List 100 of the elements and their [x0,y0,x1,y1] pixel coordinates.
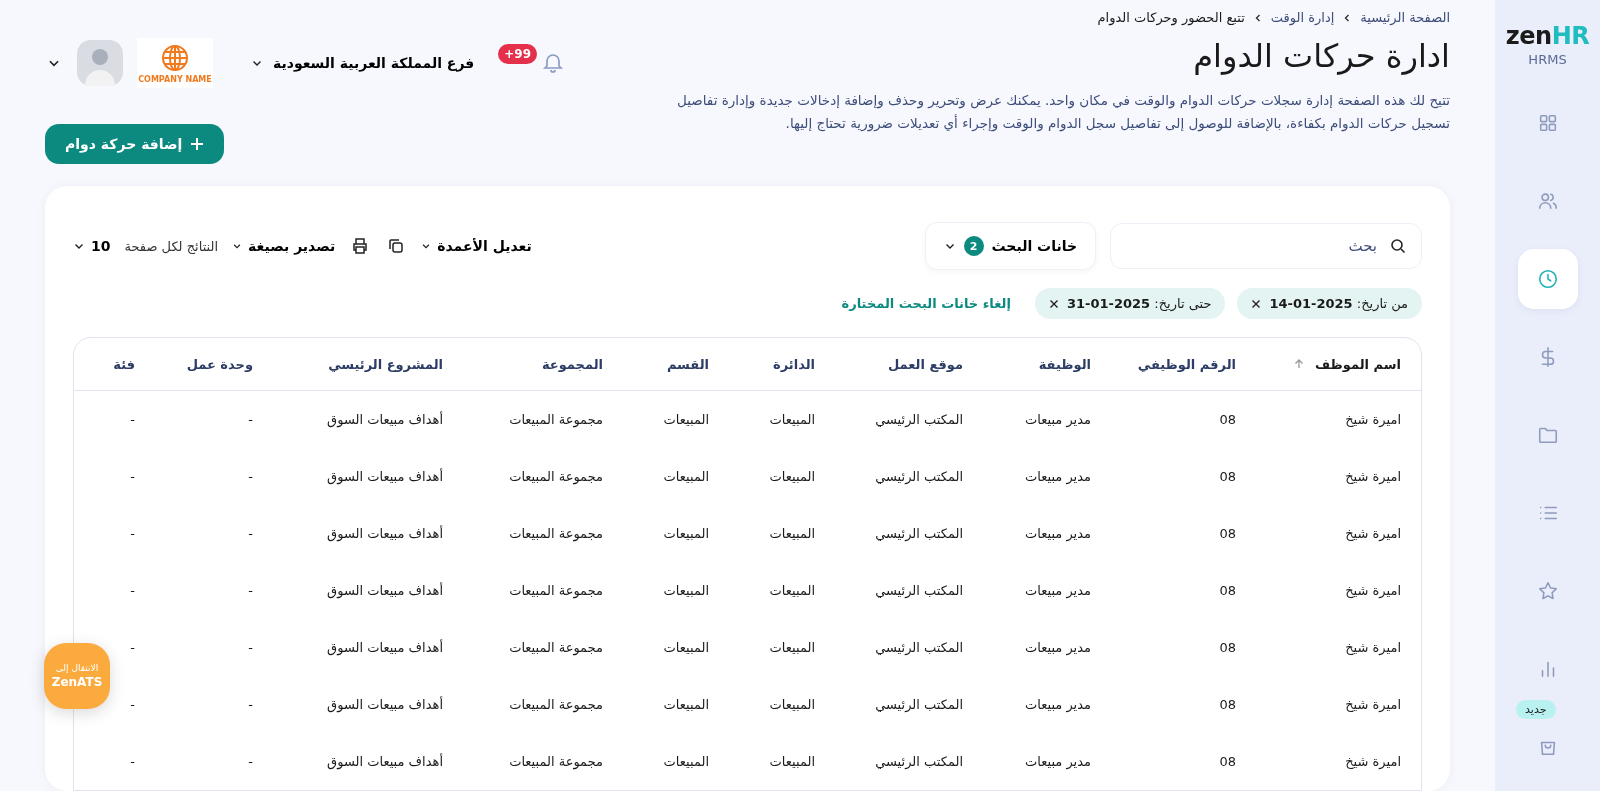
breadcrumb-link[interactable]: تتبع الحضور وحركات الدوام [1097,10,1245,25]
column-header[interactable]: الرقم الوظيفي [1111,356,1256,372]
table-cell-text: مدير مبيعات [1024,640,1092,655]
users-icon [1536,190,1559,212]
table-cell-text: اميرة شيخ [1344,754,1402,769]
search-field[interactable]: بحث [1110,223,1422,269]
new-badge: جديد [1516,700,1556,719]
table-cell-text: المبيعات [768,697,816,712]
column-header[interactable]: القسم [623,356,729,372]
table-cell-text: مدير مبيعات [1024,469,1092,484]
close-icon [1251,298,1262,309]
column-header[interactable]: موقع العمل [835,356,983,372]
table-cell-text: - [129,469,136,484]
clear-filters-link[interactable]: إلغاء خانات البحث المختارة [841,296,1011,311]
table-cell-text: المبيعات [662,526,710,541]
caret-icon [421,241,432,251]
table-cell-text: المكتب الرئيسي [874,754,964,769]
table-cell-text: 08 [1218,583,1237,598]
table-cell-text: المبيعات [768,640,816,655]
table-cell-text: المبيعات [768,469,816,484]
table-cell-text: - [247,526,254,541]
table-cell-text: - [247,412,254,427]
printer-icon [351,237,370,255]
add-button[interactable]: إضافة حركة دوام [45,124,225,164]
table-cell-text: 08 [1218,697,1237,712]
table-cell-text: مجموعة المبيعات [508,412,604,427]
table-cell-text: أهداف مبيعات السوق [326,526,444,541]
notification-count: +99 [498,44,538,64]
branch-dropdown[interactable]: فرع المملكة العربية السعودية [245,54,481,72]
table-cell-text: مجموعة المبيعات [508,754,604,769]
table-cell-text: أهداف مبيعات السوق [326,469,444,484]
table-cell-text: 08 [1218,412,1237,427]
table-cell-text: المبيعات [662,469,710,484]
table-cell-text: المبيعات [768,754,816,769]
table-cell-text: 08 [1218,469,1237,484]
export-dropdown[interactable]: تصدير بصيغة [232,238,336,254]
column-header[interactable]: وحدة عمل [155,356,273,372]
page-description: تتيح لك هذه الصفحة إدارة سجلات حركات الدوام والوقت في مكان واحد. يمكنك عرض وتحرير وحذف وإضافة إدخالات جديدة وإدارة تفاصيل تسجيل حركات الدوام بكفاءة، بالإضافة للوصول إلى تفاصيل سجل الدوام والوقت وإجراء أي تعديلات ضرورية تحتاج إليها. [675,91,1450,134]
sidebar-item[interactable] [1517,249,1578,309]
column-header[interactable]: فئة [74,356,155,372]
avatar [77,40,123,86]
per-page-dropdown[interactable]: 10 [73,238,111,254]
table-cell-text: المكتب الرئيسي [874,469,964,484]
count-badge: 2 [963,236,984,256]
table-cell-text: أهداف مبيعات السوق [326,697,444,712]
column-header[interactable]: الوظيفة [983,356,1111,372]
table-cell-text: اميرة شيخ [1344,526,1402,541]
table-cell-text: المبيعات [662,697,710,712]
table-cell-text: - [247,583,254,598]
table-cell-text: مدير مبيعات [1024,697,1092,712]
company-logo: COMPANY NAME [137,38,213,88]
table-cell-text: مجموعة المبيعات [508,697,604,712]
table-cell-text: مدير مبيعات [1024,526,1092,541]
breadcrumb-link[interactable]: الصفحة الرئيسية [1360,10,1450,25]
table-cell-text: اميرة شيخ [1344,640,1402,655]
per-page-label: النتائج لكل صفحة [124,238,219,254]
table-cell-text: مجموعة المبيعات [508,640,604,655]
table-cell-text: 08 [1218,526,1237,541]
table-cell-text: مجموعة المبيعات [508,526,604,541]
edit-columns-dropdown[interactable]: تعديل الأعمدة [421,238,532,254]
table-cell-text: اميرة شيخ [1344,583,1402,598]
app-logo: zenHR [1505,22,1590,50]
table-cell-text: 08 [1218,754,1237,769]
table-cell-text: أهداف مبيعات السوق [326,640,444,655]
star-icon [1536,580,1559,602]
table-cell-text: مجموعة المبيعات [508,583,604,598]
plus-icon [190,137,205,151]
table-cell-text: مدير مبيعات [1024,412,1092,427]
table-cell-text: المكتب الرئيسي [874,640,964,655]
table-cell-text: مجموعة المبيعات [508,469,604,484]
app-subtitle: HRMS [1528,52,1567,67]
column-header[interactable]: المشروع الرئيسي [273,356,463,372]
caret-icon [232,241,243,251]
column-header[interactable]: الدائرة [729,356,835,372]
breadcrumb-link[interactable]: إدارة الوقت [1270,10,1335,25]
column-header[interactable]: اسم الموظف [1256,356,1421,372]
table-cell-text: - [129,640,136,655]
table-cell-text: المبيعات [662,583,710,598]
table-cell-text: - [247,469,254,484]
table-cell-text: أهداف مبيعات السوق [326,754,444,769]
table-cell-text: أهداف مبيعات السوق [326,583,444,598]
table-cell-text: - [129,697,136,712]
table-cell-text: - [129,754,136,769]
table-cell-text: - [247,754,254,769]
column-header[interactable]: المجموعة [463,356,623,372]
table-cell-text: اميرة شيخ [1344,469,1402,484]
table-cell-text: المبيعات [768,412,816,427]
table-cell-text: مدير مبيعات [1024,754,1092,769]
close-icon [1048,298,1059,309]
page-title: ادارة حركات الدوام [1192,37,1450,75]
table-cell-text: المبيعات [768,583,816,598]
table-cell-text: - [129,412,136,427]
table-cell-text: - [247,640,254,655]
table-cell-text: اميرة شيخ [1344,412,1402,427]
table-cell-text: أهداف مبيعات السوق [326,412,444,427]
table-cell-text: المكتب الرئيسي [874,412,964,427]
copy-icon [387,237,406,255]
table-cell-text: المكتب الرئيسي [874,697,964,712]
table-cell-text: المبيعات [662,640,710,655]
table-cell-text: اميرة شيخ [1344,697,1402,712]
